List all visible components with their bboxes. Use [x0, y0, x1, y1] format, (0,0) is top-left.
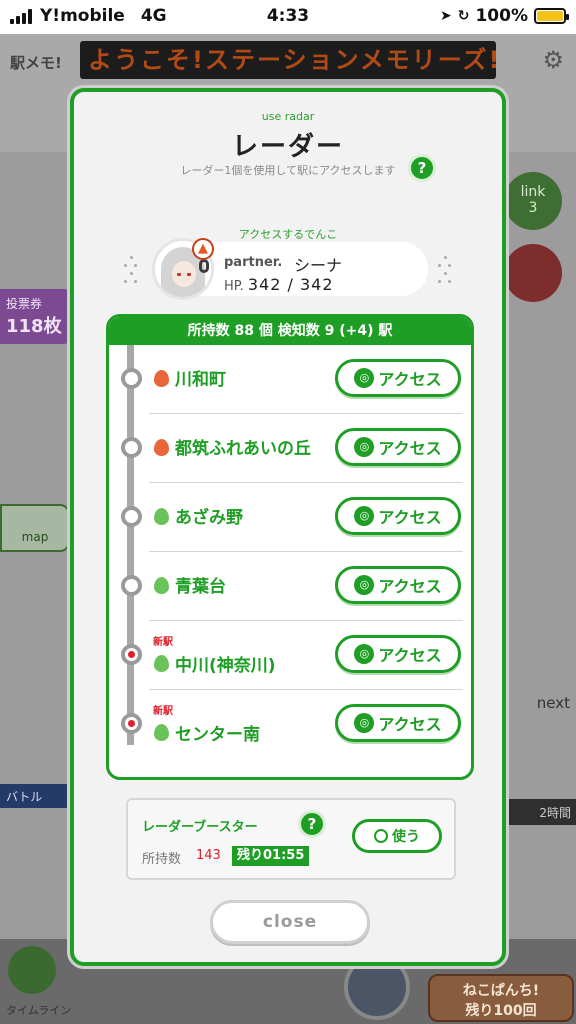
use-label: 使う: [392, 829, 420, 845]
radar-booster-panel: レーダーブースター ? 所持数 143 残り01:55 使う: [126, 798, 456, 880]
vote-label: 投票券: [6, 297, 43, 311]
access-label: アクセス: [378, 370, 442, 389]
close-button[interactable]: close: [210, 900, 370, 944]
modal-description: レーダー1個を使用して駅にアクセスします: [180, 164, 396, 177]
access-label: アクセス: [378, 715, 442, 734]
radar-icon: ◎: [354, 437, 375, 457]
time-label: 4:33: [266, 6, 310, 26]
access-button[interactable]: ◎ アクセス: [335, 566, 461, 604]
booster-title: レーダーブースター: [142, 820, 258, 835]
access-button[interactable]: ◎ アクセス: [335, 359, 461, 397]
partner-heading: アクセスするでんこ: [238, 228, 338, 241]
station-marker: [121, 506, 142, 527]
leaf-icon: [154, 724, 169, 741]
access-button[interactable]: ◎ アクセス: [335, 704, 461, 742]
station-name: あざみ野: [175, 508, 243, 528]
dots-decoration-left: [122, 256, 142, 286]
access-button[interactable]: ◎ アクセス: [335, 428, 461, 466]
radar-icon: ◎: [354, 506, 375, 526]
access-label: アクセス: [378, 646, 442, 665]
booster-owned-count: 143: [196, 848, 221, 863]
station-name: 都筑ふれあいの丘: [175, 439, 311, 459]
location-icon: ➤: [440, 8, 452, 24]
fire-attribute-icon: ▲: [192, 238, 214, 260]
hp-value: 342 / 342: [247, 275, 334, 294]
booster-remaining: 残り01:55: [232, 846, 310, 866]
link-count: 3: [528, 200, 538, 216]
access-label: アクセス: [378, 577, 442, 596]
radar-icon: ◎: [354, 644, 375, 664]
battery-percent: 100%: [475, 6, 528, 26]
station-row: 新駅 中川(神奈川) ◎ アクセス: [109, 621, 471, 690]
link-button[interactable]: link 3: [504, 172, 562, 230]
hp-label: HP.: [224, 279, 244, 294]
map-button[interactable]: map: [0, 504, 70, 552]
neko-label: ねこぱんち!: [462, 983, 540, 999]
modal-subtitle: use radar: [261, 110, 315, 123]
leaf-icon: [154, 655, 169, 672]
station-row: 川和町 ◎ アクセス: [109, 345, 471, 414]
fire-icon: [154, 370, 169, 387]
neko-punch-button[interactable]: ねこぱんち! 残り100回: [428, 974, 574, 1022]
battle-label: バトル: [0, 784, 70, 808]
modal-title: レーダー: [231, 132, 344, 162]
station-summary: 所持数 88 個 検知数 9 (+4) 駅: [109, 317, 471, 345]
fire-icon: [154, 439, 169, 456]
new-station-tag: 新駅: [153, 706, 173, 717]
app-logo: 駅メモ!: [10, 54, 62, 72]
radar-modal: use radar レーダー レーダー1個を使用して駅にアクセスします ? アク…: [70, 88, 506, 966]
vote-count: 118枚: [6, 316, 62, 337]
booster-help-button[interactable]: ?: [298, 810, 326, 838]
rotation-lock-icon: ↻: [457, 8, 470, 24]
station-marker: [121, 437, 142, 458]
leaf-icon: [154, 577, 169, 594]
status-bar: Y!mobile 4G 4:33 ➤ ↻ 100%: [0, 0, 576, 34]
link-label: link: [520, 184, 546, 200]
station-list-panel: 所持数 88 個 検知数 9 (+4) 駅 川和町 ◎ アクセス 都筑ふれあいの丘 ◎ ア…: [106, 314, 474, 780]
booster-icon: [374, 829, 388, 843]
bell-icon[interactable]: [504, 244, 562, 302]
access-label: アクセス: [378, 508, 442, 527]
help-button[interactable]: ?: [408, 154, 436, 182]
partner-hp: HP. 342 / 342: [224, 275, 334, 294]
station-name: 青葉台: [175, 577, 226, 597]
station-row: 青葉台 ◎ アクセス: [109, 552, 471, 621]
partner-name: シーナ: [294, 256, 343, 275]
timeline-label[interactable]: タイムライン: [6, 1002, 71, 1018]
station-row: あざみ野 ◎ アクセス: [109, 483, 471, 552]
radar-icon: ◎: [354, 368, 375, 388]
time-remaining-label: 2時間: [506, 799, 576, 825]
station-marker: [121, 575, 142, 596]
access-button[interactable]: ◎ アクセス: [335, 635, 461, 673]
station-row: 都筑ふれあいの丘 ◎ アクセス: [109, 414, 471, 483]
new-station-marker: [121, 713, 142, 734]
battery-icon: [534, 8, 569, 24]
station-name: 中川(神奈川): [175, 656, 276, 676]
neko-remaining: 残り100回: [465, 1003, 537, 1019]
new-station-marker: [121, 644, 142, 665]
home-icon[interactable]: [8, 946, 56, 994]
radar-icon: ◎: [354, 575, 375, 595]
map-label: map: [21, 530, 49, 544]
station-name: センター南: [175, 725, 260, 745]
station-marker: [121, 368, 142, 389]
leaf-icon: [154, 508, 169, 525]
partner-label: partner.: [224, 255, 283, 270]
gear-icon[interactable]: ⚙: [542, 46, 564, 74]
new-station-tag: 新駅: [153, 637, 173, 648]
vote-ticket-panel[interactable]: 投票券 118枚: [0, 289, 70, 344]
dots-decoration-right: [436, 256, 456, 286]
radar-icon: ◎: [354, 713, 375, 733]
station-name: 川和町: [175, 370, 226, 390]
use-booster-button[interactable]: 使う: [352, 819, 442, 853]
next-label[interactable]: next: [537, 694, 570, 712]
booster-owned-label: 所持数: [142, 852, 182, 867]
access-button[interactable]: ◎ アクセス: [335, 497, 461, 535]
station-row: 新駅 センター南 ◎ アクセス: [109, 690, 471, 759]
welcome-ticker: ようこそ!ステーションメモリーズ!: [80, 41, 496, 79]
access-label: アクセス: [378, 439, 442, 458]
